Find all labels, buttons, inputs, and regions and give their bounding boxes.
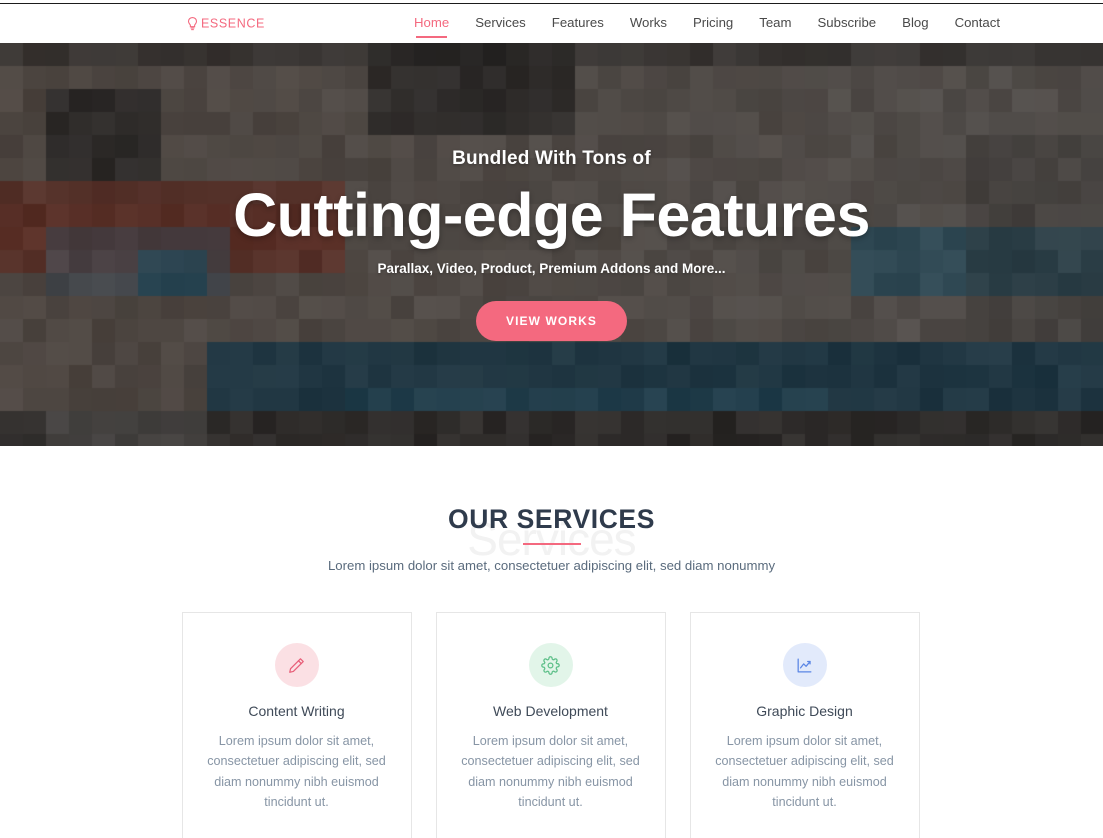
pencil-icon — [274, 643, 319, 687]
view-works-button[interactable]: VIEW WORKS — [476, 300, 627, 341]
nav-item-pricing[interactable]: Pricing — [693, 15, 733, 32]
title-underline — [522, 543, 581, 545]
service-text: Lorem ipsum dolor sit amet, consectetuer… — [207, 734, 386, 810]
logo-text: ESSENCE — [201, 16, 265, 31]
services-section: Services OUR SERVICES Lorem ipsum dolor … — [0, 446, 1103, 838]
site-logo[interactable]: ESSENCE — [186, 16, 265, 31]
nav-item-team[interactable]: Team — [759, 15, 791, 32]
hero-subtitle: Parallax, Video, Product, Premium Addons… — [377, 260, 726, 276]
service-title: Graphic Design — [756, 703, 853, 719]
lightbulb-icon — [186, 16, 199, 31]
service-card-web-development[interactable]: Web Development Lorem ipsum dolor sit am… — [435, 612, 666, 838]
section-title: OUR SERVICES — [448, 504, 655, 534]
nav-item-subscribe[interactable]: Subscribe — [818, 15, 877, 32]
nav-item-features[interactable]: Features — [552, 15, 604, 32]
main-navigation: Home Services Features Works Pricing Tea… — [414, 4, 1000, 43]
nav-item-services[interactable]: Services — [475, 15, 526, 32]
hero-slider: Bundled With Tons of Cutting-edge Featur… — [0, 43, 1103, 446]
hero-eyebrow: Bundled With Tons of — [452, 148, 651, 169]
chart-line-icon — [782, 643, 827, 687]
services-grid: Content Writing Lorem ipsum dolor sit am… — [181, 612, 922, 838]
service-text: Lorem ipsum dolor sit amet, consectetuer… — [715, 734, 894, 810]
nav-item-works[interactable]: Works — [630, 15, 667, 32]
gear-icon — [528, 643, 573, 687]
nav-item-home[interactable]: Home — [414, 15, 449, 38]
nav-item-contact[interactable]: Contact — [955, 15, 1000, 32]
site-header: ESSENCE Home Services Features Works Pri… — [0, 4, 1103, 43]
hero-title: Cutting-edge Features — [233, 181, 870, 249]
section-description: Lorem ipsum dolor sit amet, consectetuer… — [327, 557, 776, 573]
service-card-graphic-design[interactable]: Graphic Design Lorem ipsum dolor sit ame… — [689, 612, 920, 838]
service-title: Content Writing — [248, 703, 345, 719]
service-text: Lorem ipsum dolor sit amet, consectetuer… — [461, 734, 640, 810]
service-title: Web Development — [493, 703, 608, 719]
services-heading-group: Services OUR SERVICES Lorem ipsum dolor … — [0, 504, 1103, 580]
nav-item-blog[interactable]: Blog — [902, 15, 928, 32]
service-card-content-writing[interactable]: Content Writing Lorem ipsum dolor sit am… — [181, 612, 412, 838]
